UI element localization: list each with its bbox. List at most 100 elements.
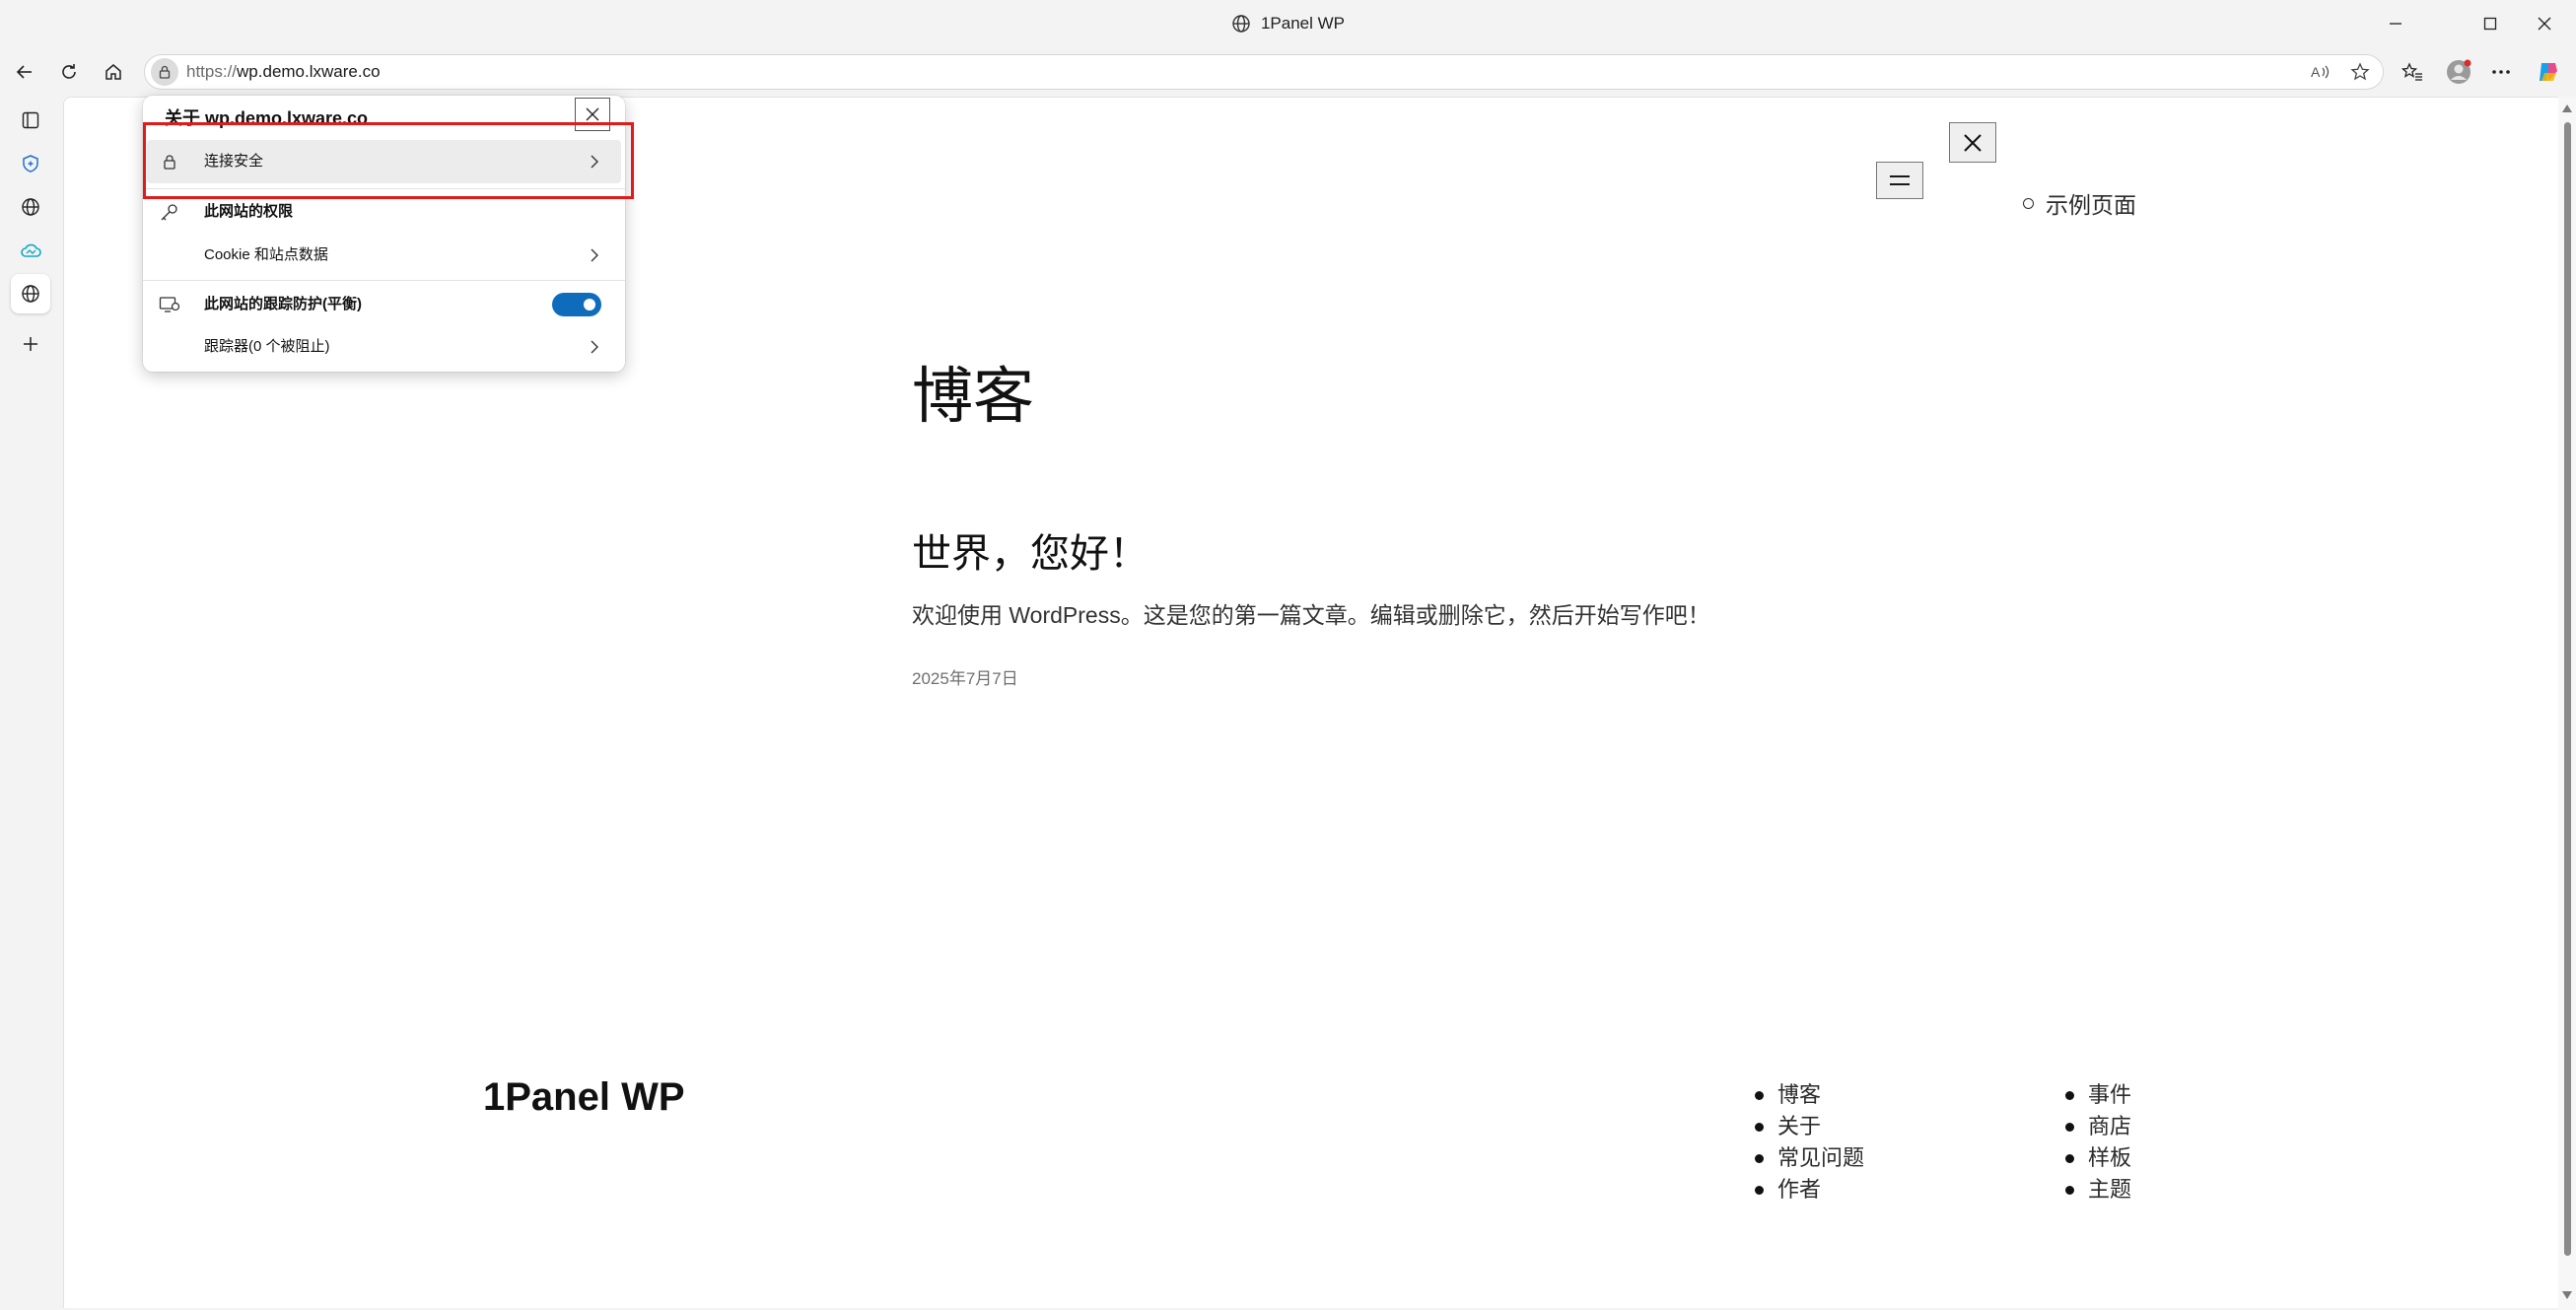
scroll-up-arrow[interactable] <box>2562 104 2572 112</box>
page-scrollbar[interactable] <box>2558 97 2576 1310</box>
bullet-dot <box>1755 1153 1764 1163</box>
profile-button[interactable] <box>2440 53 2477 91</box>
minimize-button[interactable] <box>2364 0 2427 47</box>
tab-actions-icon <box>22 111 39 129</box>
tracking-prevention-icon <box>159 294 180 315</box>
url-host: wp.demo.lxware.co <box>237 62 381 81</box>
footer-link-label: 主题 <box>2088 1177 2132 1202</box>
browser-toolbar: https://wp.demo.lxware.co A <box>0 47 2576 97</box>
minimize-icon <box>2389 17 2402 31</box>
bullet-dot <box>2065 1185 2074 1195</box>
page-title: 博客 <box>912 363 1035 431</box>
sidebar-shield-button[interactable] <box>11 144 50 183</box>
add-favorite-button[interactable] <box>2345 57 2375 87</box>
tracking-prevention-label: 此网站的跟踪防护(平衡) <box>204 296 362 312</box>
menu-bar-bottom <box>1890 183 1910 185</box>
footer-link[interactable]: 作者 <box>1755 1174 1864 1206</box>
favorites-icon <box>2402 62 2423 82</box>
cookies-label: Cookie 和站点数据 <box>204 246 328 263</box>
window-title-area: 1Panel WP <box>0 0 2576 47</box>
footer-link[interactable]: 关于 <box>1755 1111 1864 1142</box>
footer-nav-col-1: 博客 关于 常见问题 作者 <box>1755 1079 1864 1206</box>
footer-link-label: 常见问题 <box>1777 1145 1865 1170</box>
footer-link[interactable]: 常见问题 <box>1755 1142 1864 1174</box>
footer-link[interactable]: 样板 <box>2065 1142 2131 1174</box>
nav-item-sample-page[interactable]: 示例页面 <box>2023 186 2136 220</box>
back-button[interactable] <box>6 53 43 91</box>
copilot-button[interactable] <box>2530 53 2567 91</box>
tab-actions-button[interactable] <box>11 101 50 140</box>
more-button[interactable] <box>2482 53 2520 91</box>
footer-link[interactable]: 商店 <box>2065 1111 2131 1142</box>
maximize-icon <box>2483 17 2497 31</box>
title-bar: 1Panel WP <box>0 0 2576 47</box>
add-icon <box>22 335 39 353</box>
lock-icon <box>159 151 180 172</box>
footer-link-label: 博客 <box>1777 1082 1822 1107</box>
sidebar-add-button[interactable] <box>11 324 50 364</box>
footer-link[interactable]: 事件 <box>2065 1079 2131 1111</box>
close-window-button[interactable] <box>2513 0 2576 47</box>
svg-text:A: A <box>2311 64 2321 80</box>
site-permissions-row[interactable]: 此网站的权限 <box>147 190 621 234</box>
url-text[interactable]: https://wp.demo.lxware.co <box>186 55 381 89</box>
bullet-dot <box>2065 1090 2074 1100</box>
post-title[interactable]: 世界，您好！ <box>912 521 1149 579</box>
sidebar-active-globe-button[interactable] <box>11 274 50 313</box>
back-arrow-icon <box>15 62 35 82</box>
key-icon <box>159 201 180 223</box>
site-permissions-label: 此网站的权限 <box>204 203 294 220</box>
tracking-prevention-row[interactable]: 此网站的跟踪防护(平衡) <box>147 283 621 326</box>
menu-bar-top <box>1890 175 1910 177</box>
menu-toggle-button[interactable] <box>1876 162 1923 199</box>
url-scheme: https:// <box>186 62 238 81</box>
copilot-icon <box>2536 59 2561 85</box>
tracking-prevention-toggle[interactable] <box>552 293 601 316</box>
footer-link-label: 关于 <box>1777 1114 1822 1138</box>
footer-link-label: 作者 <box>1777 1177 1822 1202</box>
read-aloud-icon: A <box>2310 63 2332 81</box>
sidebar-globe-button[interactable] <box>11 187 50 227</box>
footer-link[interactable]: 主题 <box>2065 1174 2131 1206</box>
nav-item-label: 示例页面 <box>2046 192 2136 218</box>
footer-nav-col-2: 事件 商店 样板 主题 <box>2065 1079 2131 1206</box>
address-bar[interactable]: https://wp.demo.lxware.co A <box>144 54 2384 90</box>
footer-link-label: 商店 <box>2088 1114 2132 1138</box>
scrollbar-thumb[interactable] <box>2564 122 2571 1256</box>
close-icon <box>2538 17 2551 31</box>
close-icon <box>1963 133 1983 153</box>
bullet-dot <box>2065 1122 2074 1132</box>
read-aloud-button[interactable]: A <box>2306 57 2335 87</box>
post-date[interactable]: 2025年7月7日 <box>912 664 1018 689</box>
favorites-button[interactable] <box>2394 53 2431 91</box>
footer-link-label: 事件 <box>2088 1082 2132 1107</box>
bullet-dot <box>1755 1090 1764 1100</box>
popup-close-button[interactable] <box>575 98 610 131</box>
cookies-row[interactable]: Cookie 和站点数据 <box>147 234 621 277</box>
cloud-icon <box>20 242 41 258</box>
site-info-button[interactable] <box>151 58 178 86</box>
trackers-label: 跟踪器(0 个被阻止) <box>204 338 330 355</box>
browser-sidebar <box>0 97 63 1310</box>
connection-secure-label: 连接安全 <box>204 153 264 170</box>
footer-link[interactable]: 博客 <box>1755 1079 1864 1111</box>
globe-icon <box>21 197 40 217</box>
toggle-knob <box>584 299 595 310</box>
scroll-down-arrow[interactable] <box>2562 1291 2572 1299</box>
home-icon <box>104 62 123 82</box>
post-excerpt: 欢迎使用 WordPress。这是您的第一篇文章。编辑或删除它，然后开始写作吧！ <box>912 602 1710 628</box>
close-menu-button[interactable] <box>1949 122 1996 163</box>
trackers-row[interactable]: 跟踪器(0 个被阻止) <box>147 325 621 369</box>
lock-icon <box>158 65 172 79</box>
footer-site-name[interactable]: 1Panel WP <box>483 1075 685 1120</box>
avatar <box>2446 59 2472 85</box>
home-button[interactable] <box>95 53 132 91</box>
chevron-right-icon <box>588 248 601 262</box>
sidebar-cloud-button[interactable] <box>11 231 50 270</box>
connection-secure-row[interactable]: 连接安全 <box>147 140 621 183</box>
chevron-right-icon <box>588 155 601 169</box>
bullet-circle <box>2023 197 2034 209</box>
bullet-dot <box>1755 1122 1764 1132</box>
refresh-button[interactable] <box>50 53 88 91</box>
globe-icon <box>1231 14 1251 34</box>
